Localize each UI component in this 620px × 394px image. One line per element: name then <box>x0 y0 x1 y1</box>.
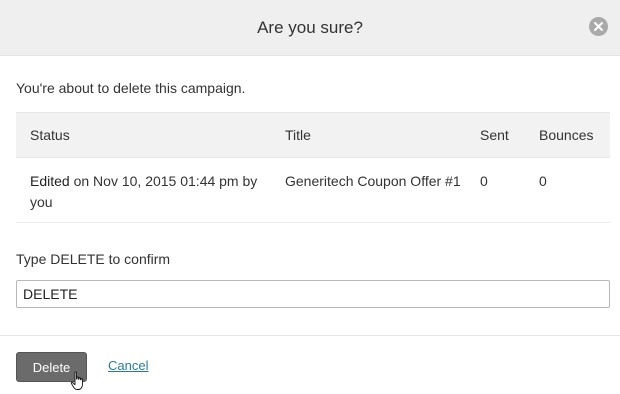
status-cell: Edited on Nov 10, 2015 01:44 pm by you <box>30 171 270 213</box>
hand-cursor-icon <box>70 371 83 390</box>
table-row: Edited on Nov 10, 2015 01:44 pm by you G… <box>16 158 610 223</box>
campaign-table: Status Title Sent Bounces Edited on Nov … <box>16 112 610 223</box>
cancel-link[interactable]: Cancel <box>108 358 148 373</box>
sent-cell: 0 <box>480 173 488 189</box>
column-header-sent: Sent <box>480 127 509 143</box>
bounces-cell: 0 <box>539 173 547 189</box>
column-header-title: Title <box>285 127 311 143</box>
dialog-title: Are you sure? <box>257 18 363 37</box>
column-header-status: Status <box>30 127 70 143</box>
status-word: Edited <box>30 173 70 189</box>
title-cell: Generitech Coupon Offer #1 <box>285 173 461 189</box>
confirm-delete-dialog: Are you sure? You're about to delete thi… <box>0 0 620 394</box>
column-header-bounces: Bounces <box>539 127 594 143</box>
table-header-row: Status Title Sent Bounces <box>16 112 610 158</box>
delete-confirm-input[interactable] <box>16 280 610 308</box>
dialog-header: Are you sure? <box>0 0 620 56</box>
delete-warning-message: You're about to delete this campaign. <box>16 80 246 96</box>
confirm-label: Type DELETE to confirm <box>16 251 171 267</box>
close-icon[interactable] <box>589 17 608 36</box>
footer-divider <box>0 335 620 336</box>
